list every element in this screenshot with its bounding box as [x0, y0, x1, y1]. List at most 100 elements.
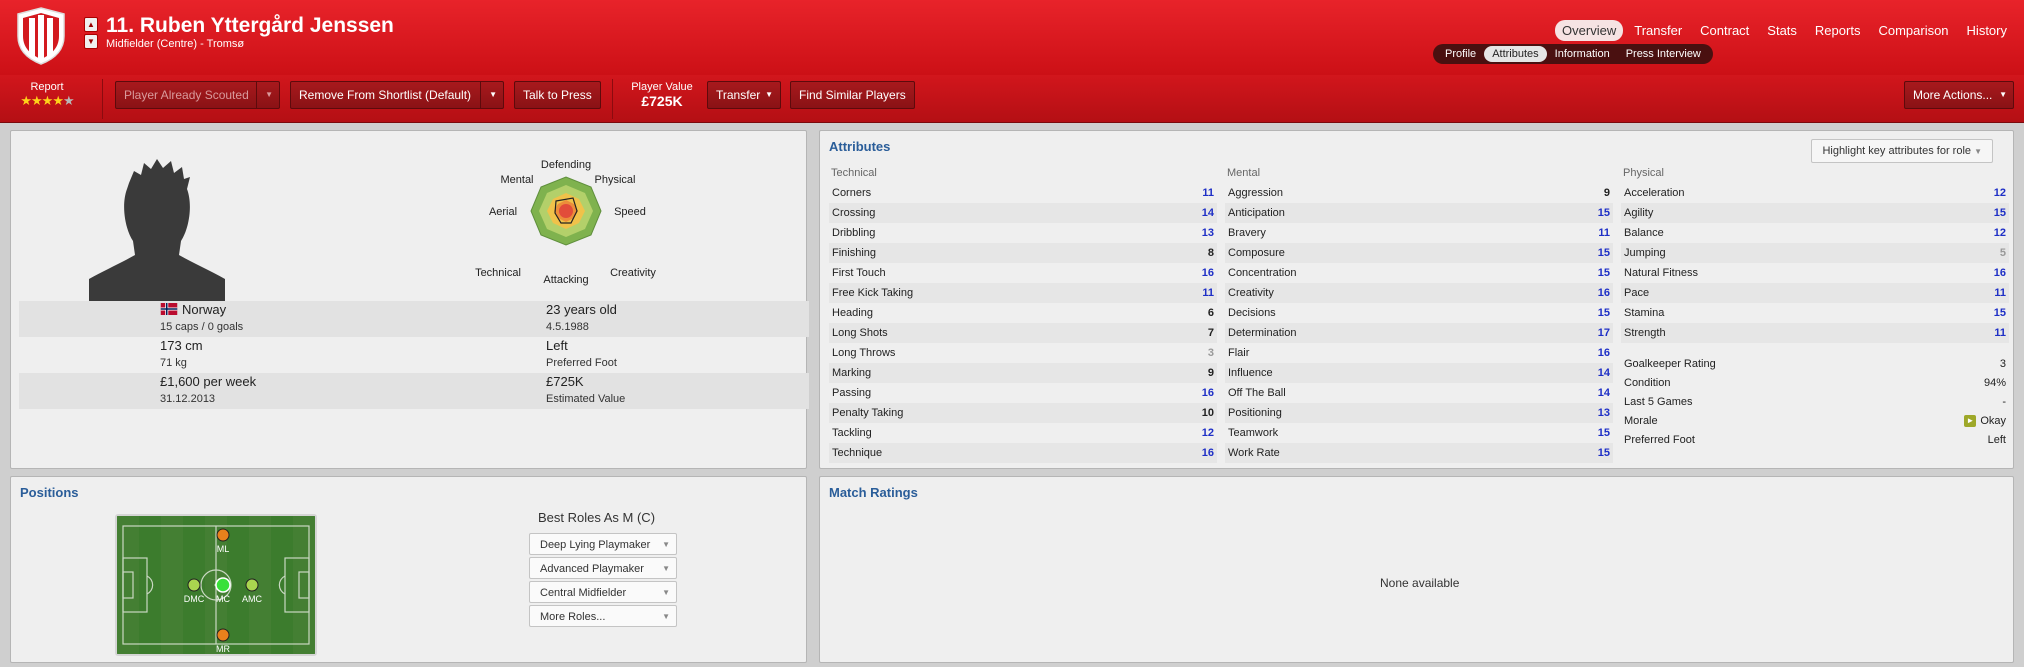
attribute-name: Positioning: [1228, 407, 1282, 419]
more-roles-dropdown[interactable]: More Roles... ▼: [529, 605, 677, 627]
attribute-row-tackling: Tackling 12: [829, 423, 1217, 443]
attribute-value: 12: [1993, 227, 2006, 239]
highlight-key-attributes-dropdown[interactable]: Highlight key attributes for role ▼: [1811, 139, 1993, 163]
attribute-row-composure: Composure 15: [1225, 243, 1613, 263]
attribute-row-aggression: Aggression 9: [1225, 183, 1613, 203]
attribute-name: Agility: [1624, 207, 1654, 219]
subnav-attributes[interactable]: Attributes: [1484, 46, 1547, 62]
condition-label: Condition: [1624, 377, 1671, 389]
attribute-value: 17: [1597, 327, 1610, 339]
attribute-name: Free Kick Taking: [832, 287, 914, 299]
attribute-name: Off The Ball: [1228, 387, 1286, 399]
radar-label-mental: Mental: [500, 174, 533, 186]
next-player-icon[interactable]: ▼: [84, 34, 98, 49]
attribute-row-strength: Strength 11: [1621, 323, 2009, 343]
attribute-row-influence: Influence 14: [1225, 363, 1613, 383]
player-scouted-button[interactable]: Player Already Scouted ▼: [115, 81, 280, 109]
attribute-name: Composure: [1228, 247, 1285, 259]
attribute-row-work-rate: Work Rate 15: [1225, 443, 1613, 463]
chevron-down-icon[interactable]: ▼: [256, 82, 273, 108]
attribute-value: 12: [1201, 427, 1214, 439]
role-central-midfielder-label: Central Midfielder: [540, 587, 627, 599]
nav-comparison[interactable]: Comparison: [1871, 20, 1955, 41]
condition-row: Condition 94%: [1621, 374, 2009, 393]
report-label: Report: [30, 81, 64, 93]
morale-value: ► Okay: [1964, 412, 2006, 431]
attribute-name: Finishing: [832, 247, 877, 259]
subnav-profile[interactable]: Profile: [1437, 46, 1484, 62]
attribute-row-technique: Technique 16: [829, 443, 1217, 463]
attribute-value: 15: [1597, 267, 1610, 279]
nav-transfer[interactable]: Transfer: [1627, 20, 1689, 41]
attribute-name: Teamwork: [1228, 427, 1279, 439]
radar-label-technical: Technical: [475, 267, 521, 279]
info-row-wage: £1,600 per week 31.12.2013 £725K Estimat…: [19, 373, 809, 409]
subnav-information[interactable]: Information: [1547, 46, 1618, 62]
attribute-row-natural-fitness: Natural Fitness 16: [1621, 263, 2009, 283]
talk-to-press-button[interactable]: Talk to Press: [514, 81, 601, 109]
radar-label-physical: Physical: [595, 174, 636, 186]
chevron-down-icon: ▼: [765, 90, 773, 99]
attribute-row-decisions: Decisions 15: [1225, 303, 1613, 323]
attribute-row-long-throws: Long Throws 3: [829, 343, 1217, 363]
nav-overview[interactable]: Overview: [1555, 20, 1624, 41]
remove-shortlist-button[interactable]: Remove From Shortlist (Default) ▼: [290, 81, 504, 109]
attribute-row-dribbling: Dribbling 13: [829, 223, 1217, 243]
role-advanced-playmaker[interactable]: Advanced Playmaker ▼: [529, 557, 677, 579]
estimated-value-label: Estimated Value: [546, 393, 626, 405]
role-central-midfielder[interactable]: Central Midfielder ▼: [529, 581, 677, 603]
match-ratings-title: Match Ratings: [829, 485, 918, 500]
more-actions-button[interactable]: More Actions... ▼: [1904, 81, 2014, 109]
nav-contract[interactable]: Contract: [1693, 20, 1756, 41]
contract-expiry: 31.12.2013: [160, 393, 216, 405]
morale-row: Morale ► Okay: [1621, 412, 2009, 431]
report-rating[interactable]: Report ★★★★★: [14, 81, 80, 109]
attribute-name: Crossing: [832, 207, 876, 219]
subnav-press-interview[interactable]: Press Interview: [1618, 46, 1709, 62]
preferred-foot-row: Preferred Foot Left: [1621, 431, 2009, 450]
attribute-row-creativity: Creativity 16: [1225, 283, 1613, 303]
nationality[interactable]: Norway: [160, 302, 226, 317]
player-wage: £1,600 per week: [160, 374, 257, 389]
attribute-name: Balance: [1624, 227, 1664, 239]
transfer-button[interactable]: Transfer ▼: [707, 81, 781, 109]
morale-label: Morale: [1624, 415, 1658, 427]
role-advanced-playmaker-label: Advanced Playmaker: [540, 563, 644, 575]
nationality-label: Norway: [182, 302, 227, 317]
attribute-name: Stamina: [1624, 307, 1665, 319]
find-similar-players-button[interactable]: Find Similar Players: [790, 81, 915, 109]
match-ratings-panel: Match Ratings None available: [819, 476, 2014, 663]
star-icon: ★: [41, 93, 54, 108]
player-height: 173 cm: [160, 338, 203, 353]
attribute-name: Concentration: [1228, 267, 1297, 279]
chevron-down-icon[interactable]: ▼: [480, 82, 497, 108]
pitch-label-mr: MR: [216, 644, 230, 654]
technical-list: Corners 11 Crossing 14 Dribbling 13 Finishing 8…: [829, 183, 1217, 463]
nav-stats[interactable]: Stats: [1760, 20, 1804, 41]
previous-player-icon[interactable]: ▲: [84, 17, 98, 32]
pitch-label-mc: MC: [216, 594, 230, 604]
attribute-row-teamwork: Teamwork 15: [1225, 423, 1613, 443]
physical-list: Acceleration 12 Agility 15 Balance 12 Jumping 5…: [1621, 183, 2009, 343]
mental-attributes: Mental Aggression 9 Anticipation 15 Bravery 1…: [1225, 167, 1613, 463]
attribute-name: Pace: [1624, 287, 1650, 299]
attribute-name: Strength: [1624, 327, 1666, 339]
caps-goals: 15 caps / 0 goals: [160, 321, 244, 333]
player-scouted-label: Player Already Scouted: [124, 88, 249, 102]
attribute-name: Aggression: [1228, 187, 1284, 199]
club-crest-icon[interactable]: [14, 6, 68, 66]
nav-reports[interactable]: Reports: [1808, 20, 1868, 41]
preferred-foot-value: Left: [546, 338, 568, 353]
attribute-row-agility: Agility 15: [1621, 203, 2009, 223]
radar-label-defending: Defending: [541, 159, 591, 171]
position-pitch[interactable]: ML DMC MC AMC MR: [115, 514, 317, 656]
attribute-row-jumping: Jumping 5: [1621, 243, 2009, 263]
nav-history[interactable]: History: [1960, 20, 2014, 41]
attribute-value: 11: [1994, 327, 2006, 339]
toolbar-divider: [612, 79, 613, 119]
radar-label-speed: Speed: [614, 206, 646, 218]
attribute-name: Marking: [832, 367, 872, 379]
attribute-name: Long Shots: [832, 327, 888, 339]
role-deep-lying-playmaker[interactable]: Deep Lying Playmaker ▼: [529, 533, 677, 555]
